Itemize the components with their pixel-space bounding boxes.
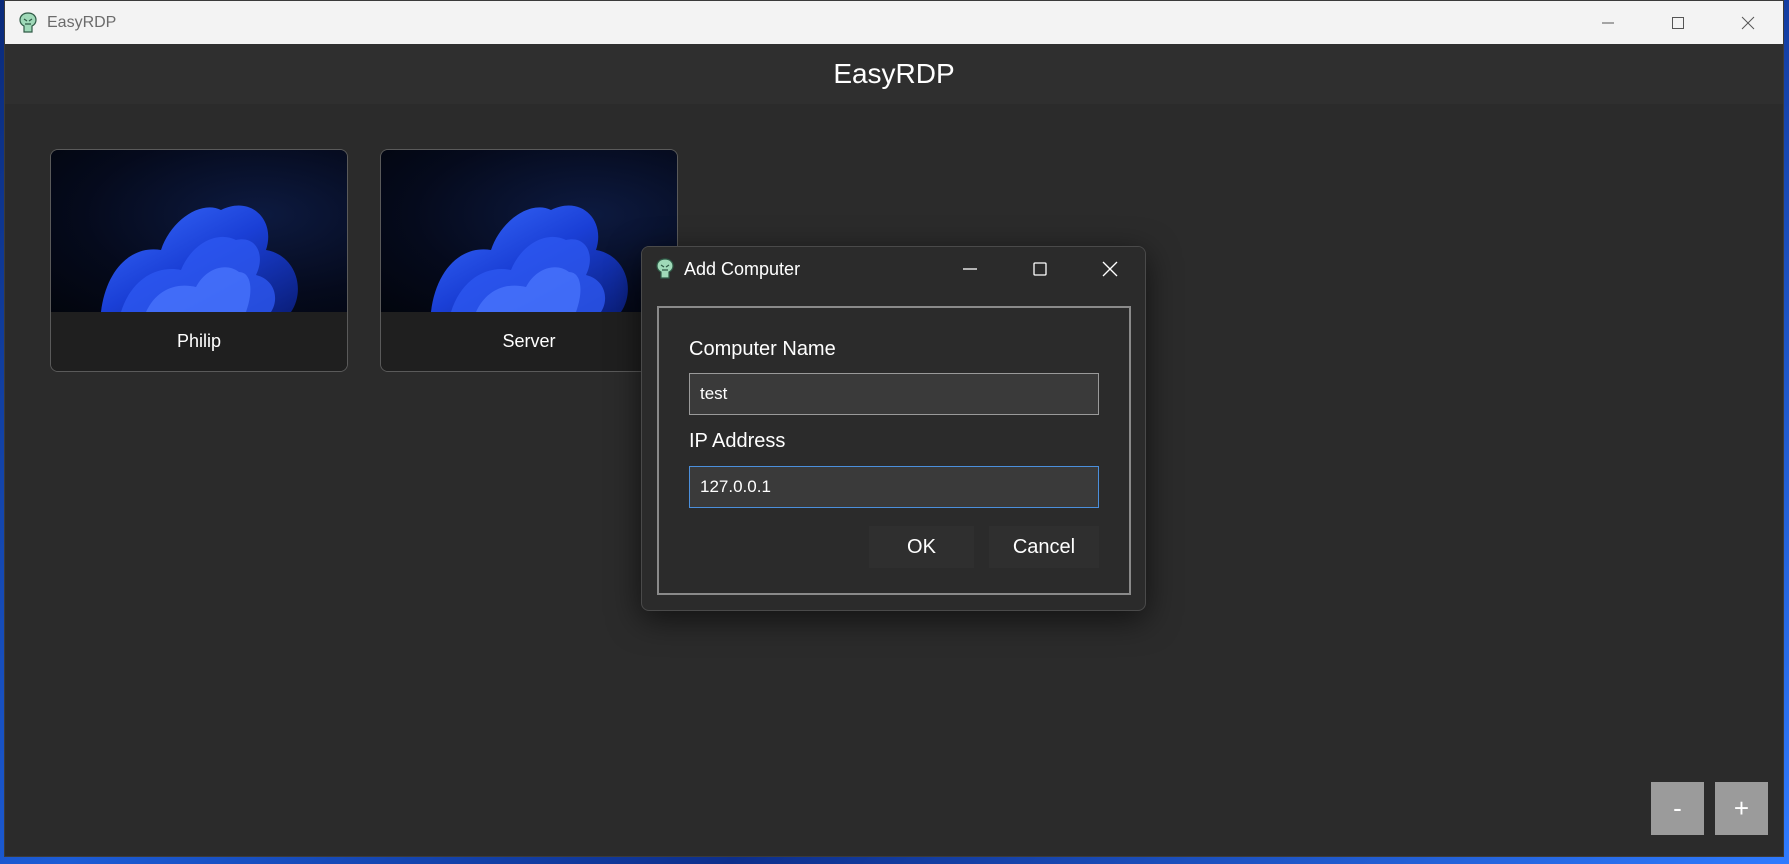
- minimize-button[interactable]: [1573, 1, 1643, 44]
- maximize-icon: [1033, 262, 1047, 276]
- ok-button[interactable]: OK: [869, 526, 974, 568]
- add-computer-button[interactable]: +: [1715, 782, 1768, 835]
- computer-name: Philip: [51, 312, 347, 371]
- app-logo-icon: [654, 257, 676, 281]
- window-title: EasyRDP: [47, 13, 117, 31]
- dialog-form: Computer Name IP Address OK Cancel: [657, 306, 1131, 595]
- minimize-icon: [1602, 22, 1614, 23]
- computer-tile-server[interactable]: Server: [380, 149, 678, 372]
- page-title: EasyRDP: [833, 58, 955, 89]
- close-icon: [1102, 261, 1118, 277]
- titlebar[interactable]: EasyRDP: [5, 1, 1783, 44]
- computer-name-label: Computer Name: [689, 338, 836, 360]
- dialog-maximize-button[interactable]: [1005, 247, 1075, 291]
- computer-name-input[interactable]: [689, 373, 1099, 415]
- app-logo-icon: [17, 11, 39, 35]
- ip-address-input[interactable]: [689, 466, 1099, 508]
- dialog-window-controls: [935, 247, 1145, 291]
- computer-thumbnail: [51, 150, 347, 312]
- close-button[interactable]: [1713, 1, 1783, 44]
- dialog-title: Add Computer: [684, 258, 801, 279]
- dialog-titlebar[interactable]: Add Computer: [642, 247, 1145, 291]
- add-computer-dialog: Add Computer Computer Name IP Address OK…: [641, 246, 1146, 611]
- computer-thumbnail: [381, 150, 677, 312]
- computer-name: Server: [381, 312, 677, 371]
- close-icon: [1741, 16, 1755, 29]
- dialog-minimize-button[interactable]: [935, 247, 1005, 291]
- computer-tile-philip[interactable]: Philip: [50, 149, 348, 372]
- minimize-icon: [963, 268, 977, 270]
- maximize-icon: [1672, 16, 1684, 29]
- remove-computer-button[interactable]: -: [1651, 782, 1704, 835]
- app-header: EasyRDP: [5, 44, 1783, 104]
- cancel-button[interactable]: Cancel: [989, 526, 1099, 568]
- ip-address-label: IP Address: [689, 430, 786, 452]
- window-controls: [1573, 1, 1783, 44]
- dialog-close-button[interactable]: [1075, 247, 1145, 291]
- maximize-button[interactable]: [1643, 1, 1713, 44]
